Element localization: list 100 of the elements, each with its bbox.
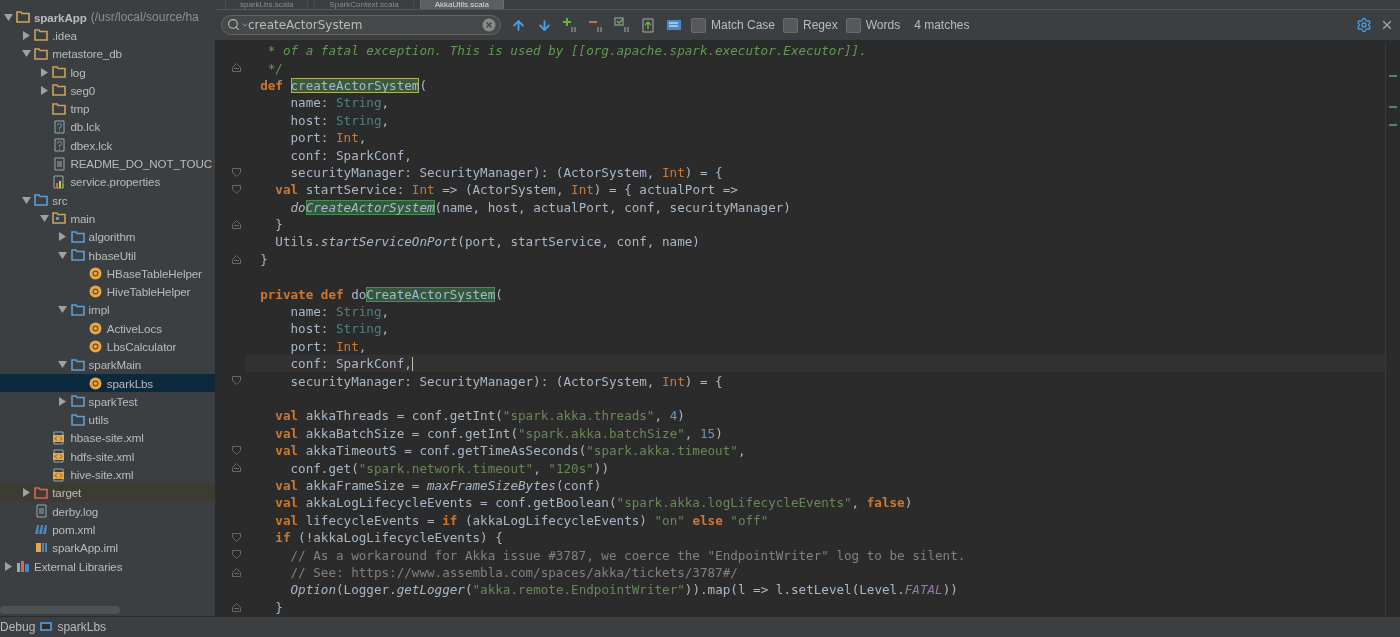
collapsed-arrow-icon[interactable] — [21, 488, 31, 498]
code-line: conf: SparkConf, — [289, 147, 412, 163]
collapsed-arrow-icon[interactable] — [58, 232, 68, 242]
tree-row[interactable]: README_DO_NOT_TOUC — [0, 154, 215, 173]
editor-tab[interactable]: sparkLbs.scala — [225, 0, 309, 9]
tree-item-label: External Libraries — [34, 559, 123, 573]
collapsed-arrow-icon[interactable] — [21, 30, 31, 40]
code-line: Option(Logger.getLogger("akka.remote.EndpointWriter")).map(l => l.setLevel(Level.FATAL)) — [289, 582, 958, 598]
code-line: val akkaBatchSize = conf.getInt("spark.akka.batchSize", 15) — [274, 425, 723, 441]
tree-row[interactable]: pom.xml — [0, 520, 215, 539]
fold-end-icon[interactable] — [232, 602, 241, 612]
tree-row[interactable]: tmp — [0, 99, 215, 118]
fold-end-icon[interactable] — [232, 567, 241, 577]
fold-end-icon[interactable] — [232, 219, 241, 229]
tree-row[interactable]: impl — [0, 300, 215, 320]
search-option-checkbox[interactable]: Regex — [783, 17, 838, 33]
checkbox[interactable] — [783, 17, 799, 33]
select-all-occurrences-icon[interactable] — [614, 17, 630, 33]
settings-icon[interactable] — [1356, 17, 1372, 33]
run-config-label[interactable]: sparkLbs — [57, 620, 107, 634]
expanded-arrow-icon[interactable] — [58, 305, 68, 315]
tree-row[interactable]: metastore_db — [0, 44, 215, 63]
code-line: conf.get("spark.network.timeout", "120s")) — [289, 460, 609, 476]
expanded-arrow-icon[interactable] — [39, 213, 49, 223]
fold-start-icon[interactable] — [232, 376, 241, 386]
search-option-checkbox[interactable]: Words — [845, 17, 901, 33]
clear-icon[interactable] — [482, 18, 496, 32]
search-field[interactable]: createActorSystem — [221, 15, 501, 35]
tree-row[interactable]: algorithm — [0, 227, 215, 246]
tree-row[interactable]: hbase-site.xml — [0, 428, 215, 448]
tree-item-label: log — [70, 65, 86, 79]
add-occurrence-icon[interactable] — [562, 17, 578, 33]
fold-start-icon[interactable] — [232, 446, 241, 455]
expanded-arrow-icon[interactable] — [58, 360, 68, 370]
fold-end-icon[interactable] — [232, 463, 241, 473]
tree-row[interactable]: sparkApp (/usr/local/source/ha — [0, 8, 215, 27]
xml-file-icon — [53, 467, 66, 482]
editor-tab[interactable]: SparkContext.scala — [314, 0, 414, 9]
match-marker[interactable] — [1389, 124, 1397, 126]
checkbox[interactable] — [691, 17, 706, 33]
checkbox[interactable] — [845, 17, 861, 33]
tree-item-label: hbaseUtil — [88, 248, 137, 262]
code-line: securityManager: SecurityManager): (ActorSystem, Int) = { — [289, 164, 723, 180]
collapsed-arrow-icon[interactable] — [39, 67, 49, 77]
tree-row[interactable]: sparkLbs — [0, 373, 215, 393]
folder-icon — [70, 358, 85, 371]
tree-row[interactable]: sparkApp.iml — [0, 538, 215, 557]
tree-row[interactable]: src — [0, 190, 215, 210]
code-line: val akkaLogLifecycleEvents = conf.getBoolean("spark.akka.logLifecycleEvents", false) — [274, 495, 913, 511]
tree-row[interactable]: hbaseUtil — [0, 245, 215, 265]
tree-row[interactable]: External Libraries — [0, 556, 215, 576]
tree-row[interactable]: service.properties — [0, 172, 215, 191]
tree-row[interactable]: .idea — [0, 26, 215, 45]
fold-end-icon[interactable] — [232, 254, 241, 264]
export-icon[interactable] — [640, 17, 656, 33]
object-icon — [89, 266, 103, 280]
debug-tool-label[interactable]: Debug — [0, 620, 36, 634]
folder-icon — [52, 66, 67, 79]
expanded-arrow-icon[interactable] — [3, 12, 13, 22]
tree-row[interactable]: hive-site.xml — [0, 465, 215, 484]
fold-end-icon[interactable] — [232, 63, 241, 73]
expanded-arrow-icon[interactable] — [58, 250, 68, 260]
code-line: val akkaFrameSize = maxFrameSizeBytes(conf) — [274, 477, 602, 493]
tree-row[interactable]: sparkTest — [0, 392, 215, 411]
search-option-checkbox[interactable]: Match Case — [691, 17, 776, 33]
code-line: } — [274, 599, 283, 615]
tree-row[interactable]: HBaseTableHelper — [0, 264, 215, 283]
code-line: port: Int, — [289, 130, 367, 146]
tree-row[interactable]: dbex.lck — [0, 136, 215, 155]
tree-row[interactable]: main — [0, 209, 215, 228]
search-icon[interactable] — [227, 18, 240, 31]
folder-icon — [70, 413, 85, 426]
tree-row[interactable]: HiveTableHelper — [0, 282, 215, 301]
collapsed-arrow-icon[interactable] — [39, 85, 49, 95]
expanded-arrow-icon[interactable] — [21, 195, 31, 205]
tree-row[interactable]: sparkMain — [0, 355, 215, 374]
folder-icon — [52, 102, 67, 115]
tree-item-label: .idea — [52, 28, 77, 42]
tree-row[interactable]: db.lck — [0, 117, 215, 137]
tree-row[interactable]: LbsCalculator — [0, 337, 215, 356]
tree-row[interactable]: hdfs-site.xml — [0, 447, 215, 466]
match-marker[interactable] — [1389, 106, 1397, 108]
next-occurrence-icon[interactable] — [536, 17, 552, 33]
editor-tab[interactable]: AkkaUtils.scala — [419, 0, 504, 9]
previous-occurrence-icon[interactable] — [510, 17, 526, 33]
tree-item-label: service.properties — [70, 175, 161, 189]
expanded-arrow-icon[interactable] — [21, 49, 31, 59]
xml-file-icon — [53, 449, 66, 464]
tree-row[interactable]: log — [0, 62, 215, 82]
tree-row[interactable]: utils — [0, 410, 215, 429]
tree-row[interactable]: ActiveLocs — [0, 319, 215, 338]
collapsed-arrow-icon[interactable] — [3, 561, 13, 571]
tree-row[interactable]: seg0 — [0, 81, 215, 100]
filter-list-icon[interactable] — [666, 17, 682, 33]
tree-row[interactable]: target — [0, 483, 215, 502]
close-icon[interactable] — [1380, 18, 1394, 32]
tree-row[interactable]: derby.log — [0, 502, 215, 521]
collapsed-arrow-icon[interactable] — [58, 396, 68, 406]
tree-item-label: target — [52, 486, 82, 500]
match-marker[interactable] — [1389, 75, 1397, 77]
